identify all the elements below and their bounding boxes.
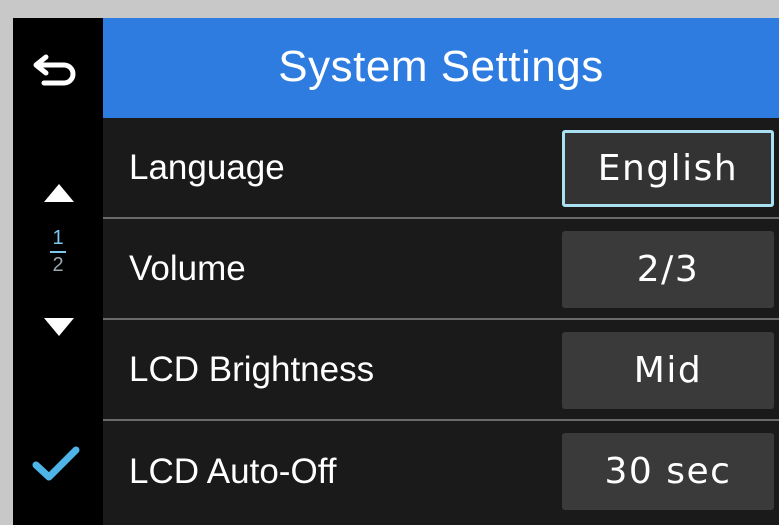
setting-value-button[interactable]: 30 sec xyxy=(562,433,774,510)
setting-row-lcd-auto-off[interactable]: LCD Auto-Off 30 sec xyxy=(103,421,779,522)
page-title: System Settings xyxy=(278,42,604,91)
checkmark-icon[interactable] xyxy=(31,444,81,484)
setting-value-button[interactable]: 2/3 xyxy=(562,231,774,308)
setting-row-volume[interactable]: Volume 2/3 xyxy=(103,219,779,320)
setting-label: Language xyxy=(129,147,285,187)
page-indicator: 1 2 xyxy=(41,227,75,277)
setting-value-button[interactable]: Mid xyxy=(562,332,774,409)
page-total: 2 xyxy=(52,254,64,276)
triangle-up-icon[interactable] xyxy=(43,182,75,204)
title-bar: System Settings xyxy=(103,18,779,118)
setting-label: Volume xyxy=(129,248,246,288)
setting-label: LCD Auto-Off xyxy=(129,451,337,491)
settings-list: Language English Volume 2/3 LCD Brightne… xyxy=(103,118,779,522)
settings-screen: 1 2 System Settings Language English Vol… xyxy=(13,18,779,525)
setting-row-lcd-brightness[interactable]: LCD Brightness Mid xyxy=(103,320,779,421)
side-nav-bar: 1 2 xyxy=(13,18,103,525)
setting-row-language[interactable]: Language English xyxy=(103,118,779,219)
setting-label: LCD Brightness xyxy=(129,349,375,389)
setting-value-button[interactable]: English xyxy=(562,130,774,207)
fraction-divider xyxy=(50,251,66,253)
triangle-down-icon[interactable] xyxy=(43,316,75,338)
page-current: 1 xyxy=(52,227,64,249)
back-arrow-icon[interactable] xyxy=(32,51,80,91)
